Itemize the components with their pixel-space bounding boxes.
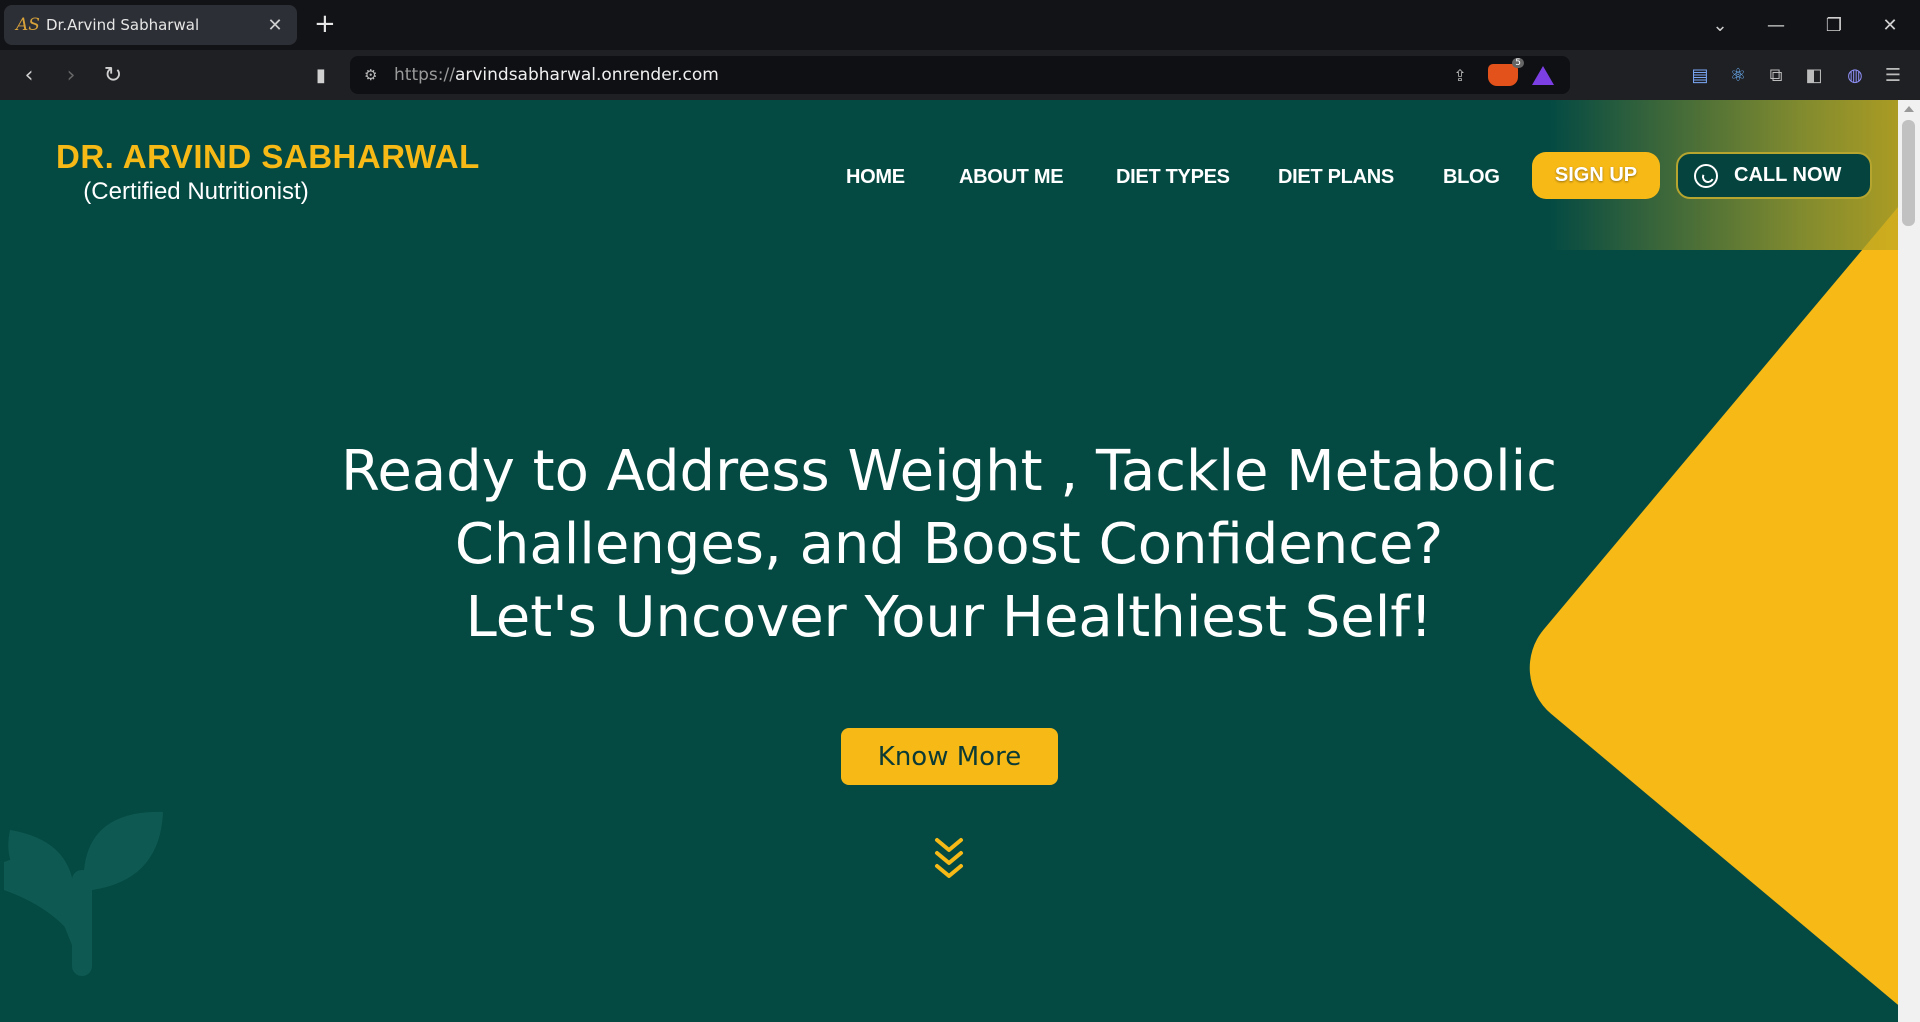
- site-info-icon[interactable]: ⚙: [364, 66, 394, 84]
- browser-toolbar: ‹ › ↻ ▮ ⚙ https:// arvindsabharwal.onren…: [0, 50, 1920, 100]
- page-viewport: DR. ARVIND SABHARWAL (Certified Nutritio…: [0, 100, 1898, 1022]
- shields-count-badge: 5: [1512, 58, 1524, 68]
- leo-ai-icon[interactable]: ◍: [1842, 62, 1868, 88]
- bookmark-icon[interactable]: ▮: [306, 60, 336, 90]
- call-now-label: CALL NOW: [1734, 164, 1842, 186]
- share-icon[interactable]: ⇪: [1442, 66, 1478, 85]
- know-more-button[interactable]: Know More: [841, 728, 1058, 785]
- extension-docs-icon[interactable]: ▤: [1687, 62, 1713, 88]
- extensions-icon[interactable]: ⧉: [1763, 62, 1789, 88]
- minimize-icon[interactable]: —: [1748, 0, 1804, 50]
- tab-search-chevron-icon[interactable]: ⌄: [1692, 0, 1748, 50]
- close-tab-icon[interactable]: ✕: [265, 15, 285, 36]
- brave-shields-icon[interactable]: 5: [1488, 58, 1524, 86]
- scroll-down-chevron-icon[interactable]: [933, 836, 965, 880]
- nav-about-me[interactable]: ABOUT ME: [959, 166, 1064, 189]
- address-bar[interactable]: ⚙ https:// arvindsabharwal.onrender.com …: [350, 56, 1570, 94]
- restore-icon[interactable]: ❐: [1806, 0, 1862, 50]
- scrollbar-thumb[interactable]: [1902, 120, 1915, 226]
- forward-icon[interactable]: ›: [56, 60, 86, 90]
- menu-icon[interactable]: ☰: [1880, 62, 1906, 88]
- back-icon[interactable]: ‹: [14, 60, 44, 90]
- sign-up-button[interactable]: SIGN UP: [1532, 152, 1660, 199]
- brand-subtitle: (Certified Nutritionist): [83, 178, 309, 205]
- hero-line-1: Ready to Address Weight , Tackle Metabol…: [340, 439, 1558, 504]
- brand-logo[interactable]: DR. ARVIND SABHARWAL (Certified Nutritio…: [56, 138, 486, 206]
- site-favicon-icon: AS: [16, 15, 40, 35]
- nav-home[interactable]: HOME: [846, 166, 905, 189]
- nav-diet-types[interactable]: DIET TYPES: [1116, 166, 1230, 189]
- new-tab-icon[interactable]: +: [314, 10, 336, 38]
- nav-blog[interactable]: BLOG: [1443, 166, 1500, 189]
- brand-name: DR. ARVIND SABHARWAL: [56, 138, 480, 175]
- tab-title: Dr.Arvind Sabharwal: [46, 16, 200, 34]
- hero-line-3: Let's Uncover Your Healthiest Self!: [465, 585, 1433, 650]
- sprout-icon: [4, 811, 163, 976]
- nav-diet-plans[interactable]: DIET PLANS: [1278, 166, 1394, 189]
- brave-rewards-icon[interactable]: [1532, 65, 1554, 85]
- sidebar-icon[interactable]: ◧: [1801, 62, 1827, 88]
- call-now-button[interactable]: CALL NOW: [1676, 152, 1872, 199]
- url-host: arvindsabharwal.onrender.com: [454, 65, 719, 85]
- whatsapp-icon: [1694, 163, 1718, 188]
- react-devtools-icon[interactable]: ⚛: [1725, 62, 1751, 88]
- page-scrollbar[interactable]: [1898, 100, 1920, 1022]
- scroll-up-arrow-icon[interactable]: [1904, 106, 1914, 112]
- hero-heading: Ready to Address Weight , Tackle Metabol…: [0, 435, 1898, 654]
- tab-bar: AS Dr.Arvind Sabharwal ✕ + ⌄ — ❐ ✕: [0, 0, 1920, 50]
- browser-tab[interactable]: AS Dr.Arvind Sabharwal ✕: [4, 5, 297, 45]
- url-protocol: https://: [394, 65, 455, 85]
- close-window-icon[interactable]: ✕: [1862, 0, 1918, 50]
- hero-line-2: Challenges, and Boost Confidence?: [454, 512, 1444, 577]
- reload-icon[interactable]: ↻: [98, 60, 128, 90]
